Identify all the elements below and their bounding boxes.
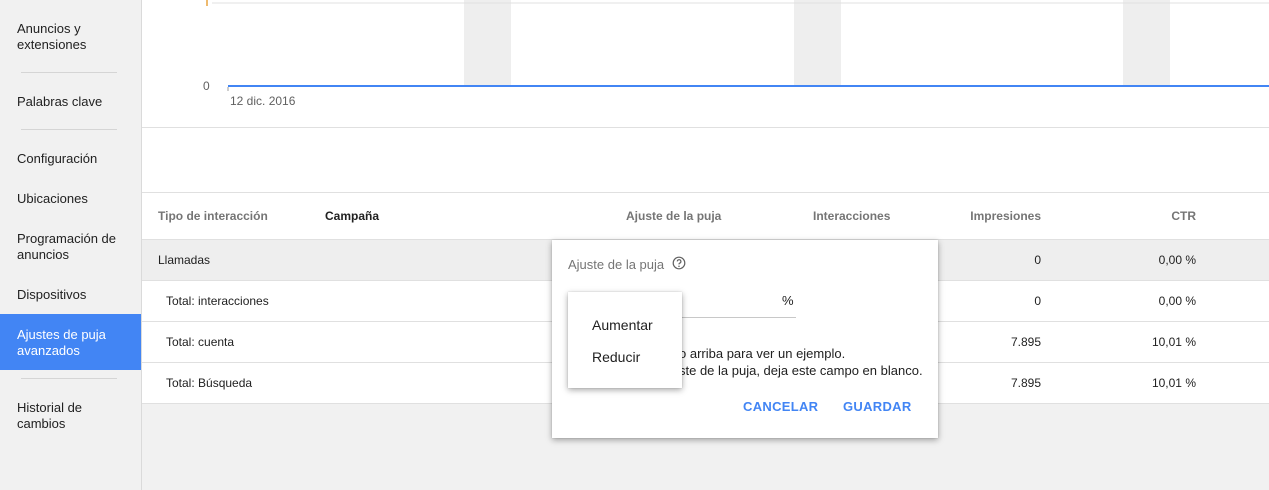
row-type: Total: interacciones bbox=[166, 294, 269, 308]
sidebar-item-devices[interactable]: Dispositivos bbox=[0, 287, 141, 303]
sidebar-item-label: Programación de bbox=[17, 231, 116, 246]
sidebar-item-label: extensiones bbox=[17, 37, 87, 52]
column-header-campaign[interactable]: Campaña bbox=[325, 193, 379, 239]
chart-weekend-band bbox=[1123, 0, 1170, 86]
sidebar-item-label: anuncios bbox=[17, 247, 70, 262]
row-type: Total: cuenta bbox=[166, 335, 235, 349]
row-impressions: 7.895 bbox=[1010, 335, 1041, 349]
performance-chart: 0 12 dic. 2016 bbox=[142, 0, 1269, 128]
chart-svg bbox=[206, 0, 1269, 91]
bid-adjustment-input[interactable] bbox=[682, 317, 796, 318]
sidebar-divider bbox=[21, 72, 117, 73]
row-impressions: 7.895 bbox=[1010, 376, 1041, 390]
row-type: Llamadas bbox=[158, 253, 211, 267]
sidebar-item-keywords[interactable]: Palabras clave bbox=[0, 94, 141, 110]
row-impressions: 0 bbox=[1034, 253, 1041, 267]
column-header-interactions[interactable]: Interacciones bbox=[813, 193, 890, 239]
row-ctr: 10,01 % bbox=[1151, 335, 1196, 349]
sidebar-divider bbox=[21, 378, 117, 379]
sidebar-item-label: Anuncios y bbox=[17, 21, 81, 36]
row-ctr: 10,01 % bbox=[1151, 376, 1196, 390]
sidebar-item-label: Configuración bbox=[17, 151, 98, 166]
column-header-impressions[interactable]: Impresiones bbox=[942, 193, 1041, 239]
sidebar-item-locations[interactable]: Ubicaciones bbox=[0, 191, 141, 207]
sidebar-item-label: Historial de bbox=[17, 400, 83, 415]
sidebar-item-ad-schedule[interactable]: Programación de anuncios bbox=[0, 231, 141, 263]
sidebar: Anuncios y extensiones Palabras clave Co… bbox=[0, 0, 142, 490]
percent-suffix: % bbox=[782, 293, 794, 308]
sidebar-item-label: Ubicaciones bbox=[17, 191, 88, 206]
sidebar-item-advanced-bid-adjustments[interactable]: Ajustes de puja avanzados bbox=[0, 314, 141, 370]
menu-item-increase[interactable]: Aumentar bbox=[592, 317, 653, 333]
sidebar-item-settings[interactable]: Configuración bbox=[0, 151, 141, 167]
sidebar-item-label: Palabras clave bbox=[17, 94, 103, 109]
sidebar-item-label: cambios bbox=[17, 416, 66, 431]
help-icon[interactable] bbox=[672, 256, 686, 270]
spacer-panel bbox=[142, 128, 1269, 193]
menu-item-decrease[interactable]: Reducir bbox=[592, 349, 640, 365]
chart-y-tick-label: 0 bbox=[203, 79, 210, 93]
sidebar-item-label: Ajustes de puja bbox=[17, 327, 106, 342]
row-impressions: 0 bbox=[1034, 294, 1041, 308]
sidebar-divider bbox=[21, 129, 117, 130]
sidebar-item-label: avanzados bbox=[17, 343, 80, 358]
cancel-button[interactable]: CANCELAR bbox=[743, 399, 818, 414]
sidebar-item-ads-extensions[interactable]: Anuncios y extensiones bbox=[0, 21, 141, 53]
hint-text: o arriba para ver un ejemplo. bbox=[679, 346, 846, 361]
column-header-type[interactable]: Tipo de interacción bbox=[158, 193, 268, 239]
hint-text: ste de la puja, deja este campo en blanc… bbox=[679, 363, 923, 378]
table-header-row: Tipo de interacción Campaña Ajuste de la… bbox=[142, 193, 1269, 240]
row-type: Total: Búsqueda bbox=[166, 376, 253, 390]
row-ctr: 0,00 % bbox=[1158, 253, 1196, 267]
column-header-ctr[interactable]: CTR bbox=[1102, 193, 1196, 239]
adjustment-direction-menu: Aumentar Reducir bbox=[568, 292, 682, 388]
chart-weekend-band bbox=[464, 0, 511, 86]
save-button[interactable]: GUARDAR bbox=[843, 399, 912, 414]
chart-weekend-band bbox=[794, 0, 841, 86]
sidebar-item-label: Dispositivos bbox=[17, 287, 87, 302]
chart-x-tick-label: 12 dic. 2016 bbox=[230, 94, 296, 108]
column-header-bid-adjustment[interactable]: Ajuste de la puja bbox=[626, 193, 721, 239]
sidebar-item-change-history[interactable]: Historial de cambios bbox=[0, 400, 141, 432]
dialog-title: Ajuste de la puja bbox=[568, 257, 665, 272]
row-ctr: 0,00 % bbox=[1158, 294, 1196, 308]
